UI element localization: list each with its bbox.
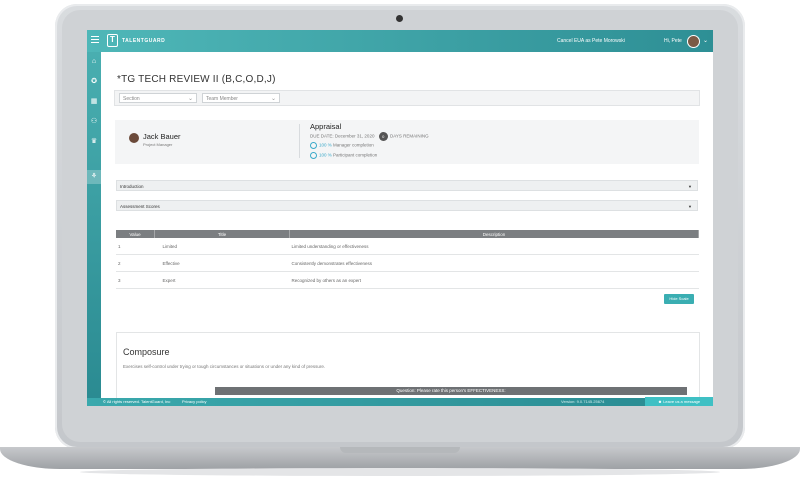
laptop-shadow [80, 468, 720, 476]
page-title: *TG TECH REVIEW II (B,C,O,D,J) [117, 74, 276, 85]
people-add-icon[interactable]: ⚇ [90, 118, 98, 126]
calendar-icon[interactable]: ▦ [90, 98, 98, 106]
chat-icon: ☻ [657, 399, 663, 404]
manager-completion-pct: 100 % [319, 142, 332, 148]
participant-completion-label: Participant completion [333, 152, 378, 158]
participant-completion: 100 % Participant completion [310, 152, 377, 159]
chevron-down-icon[interactable]: ⌄ [703, 37, 708, 44]
team-member-select-label: Team Member [206, 96, 238, 102]
days-remaining-badge: 0 [378, 132, 388, 141]
table-row: 1 Limited Limited understanding or effec… [116, 238, 699, 255]
footer: © All rights reserved. TalentGuard, Inc … [87, 397, 713, 406]
menu-icon[interactable] [91, 36, 99, 44]
row-description: Limited understanding or effectiveness [289, 238, 699, 255]
table-header-row: Value Title Description [116, 230, 699, 238]
copyright-text: © All rights reserved. TalentGuard, Inc [103, 399, 171, 404]
column-header-value: Value [116, 230, 155, 238]
scale-table: Value Title Description 1 Limited Limite… [116, 230, 699, 289]
completion-ring-icon [310, 152, 317, 159]
row-title: Limited [154, 238, 290, 255]
user-avatar[interactable] [687, 35, 700, 48]
sidebar: ⌂ ✪ ▦ ⚇ ♛ ⚘ [87, 52, 101, 406]
participant-name: Jack Bauer [143, 132, 181, 141]
participant-role: Project Manager [143, 142, 173, 147]
user-greeting: Hi, Pete [664, 38, 682, 44]
leave-message-button[interactable]: ☻ Leave us a message [645, 397, 713, 406]
home-icon[interactable]: ⌂ [90, 58, 98, 66]
row-title: Expert [154, 271, 290, 289]
introduction-label: Introduction [120, 184, 144, 189]
caret-down-icon: ▼ [688, 184, 692, 189]
cancel-eua-link[interactable]: Cancel EUA as Pete Morowski [557, 38, 625, 44]
team-member-select[interactable]: Team Member ⌄ [202, 93, 280, 103]
completion-ring-icon [310, 142, 317, 149]
manager-completion: 100 % Manager completion [310, 142, 374, 149]
chevron-down-icon: ⌄ [270, 96, 276, 102]
hide-scale-button[interactable]: Hide Scale [664, 294, 694, 304]
section-select-label: Section [123, 96, 140, 102]
app-screen: T TALENTGUARD Cancel EUA as Pete Morowsk… [87, 30, 713, 406]
row-value: 1 [116, 238, 155, 255]
assessment-scores-label: Assessment Scores [120, 204, 160, 209]
assessment-scores-accordion[interactable]: Assessment Scores ▼ [116, 200, 698, 211]
due-date: DUE DATE: December 31, 2020 0 DAYS REMAI… [310, 132, 429, 141]
introduction-accordion[interactable]: Introduction ▼ [116, 180, 698, 191]
divider [299, 124, 300, 158]
award-icon[interactable]: ♛ [90, 138, 98, 146]
laptop-notch [340, 447, 460, 453]
main-content: *TG TECH REVIEW II (B,C,O,D,J) Section ⌄… [101, 52, 713, 398]
avatar [129, 133, 139, 143]
team-icon[interactable]: ⚘ [90, 173, 98, 181]
table-row: 3 Expert Recognized by others as an expe… [116, 271, 699, 289]
filter-bar: Section ⌄ Team Member ⌄ [114, 90, 700, 106]
row-value: 3 [116, 271, 155, 289]
chevron-down-icon: ⌄ [187, 96, 193, 102]
version-text: Version: 9.0.7145.25674 [561, 399, 605, 404]
column-header-description: Description [289, 230, 699, 238]
due-date-text: DUE DATE: December 31, 2020 [310, 133, 375, 139]
competency-title: Composure [123, 347, 170, 357]
row-description: Recognized by others as an expert [289, 271, 699, 289]
row-description: Consistently demonstrates effectiveness [289, 254, 699, 272]
logo-icon[interactable]: T [107, 34, 118, 47]
manager-completion-label: Manager completion [333, 142, 374, 148]
column-header-title: Title [154, 230, 290, 238]
row-title: Effective [154, 254, 290, 272]
table-row: 2 Effective Consistently demonstrates ef… [116, 254, 699, 272]
profile-card: Jack Bauer Project Manager Appraisal DUE… [115, 120, 699, 164]
row-value: 2 [116, 254, 155, 272]
privacy-link[interactable]: Privacy policy [182, 398, 206, 406]
participant-completion-pct: 100 % [319, 152, 332, 158]
leave-message-label: Leave us a message [663, 399, 701, 404]
top-bar: T TALENTGUARD Cancel EUA as Pete Morowsk… [87, 30, 713, 52]
question-header: Question: Please rate this person's EFFE… [215, 387, 687, 395]
appraisal-title: Appraisal [310, 122, 342, 131]
trophy-icon[interactable]: ✪ [90, 78, 98, 86]
brand-name: TALENTGUARD [122, 38, 166, 44]
caret-down-icon: ▼ [688, 204, 692, 209]
competency-card: Composure Exercises self-control under t… [116, 332, 700, 398]
days-remaining-label: DAYS REMAINING [389, 133, 429, 139]
competency-description: Exercises self-control under trying or t… [123, 364, 326, 369]
section-select[interactable]: Section ⌄ [119, 93, 197, 103]
camera-icon [396, 15, 403, 22]
